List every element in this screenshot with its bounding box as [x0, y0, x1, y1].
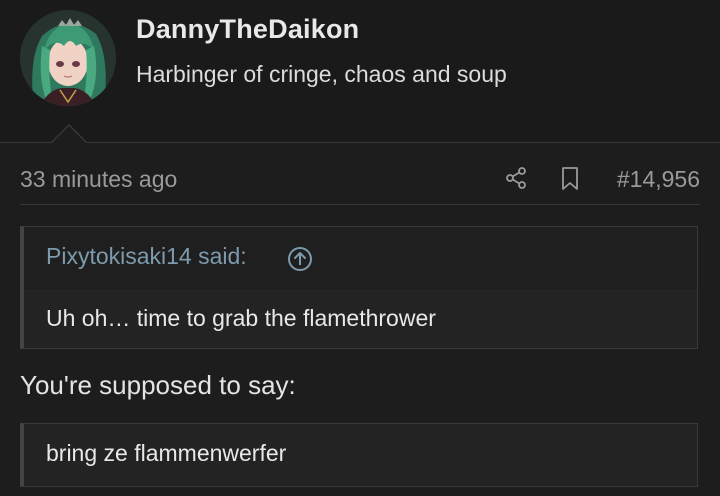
bookmark-icon[interactable]	[558, 166, 582, 192]
inline-block: bring ze flammenwerfer	[20, 423, 698, 487]
post-timestamp[interactable]: 33 minutes ago	[20, 166, 177, 193]
arrow-up-circle-icon[interactable]	[287, 246, 313, 272]
speech-arrow-fill	[51, 126, 87, 144]
share-icon[interactable]	[504, 166, 528, 190]
user-header: DannyTheDaikon Harbinger of cringe, chao…	[0, 0, 720, 143]
quote-text: Uh oh… time to grab the flamethrower	[46, 305, 436, 331]
quote-author-link[interactable]: Pixytokisaki14 said:	[46, 243, 247, 270]
message-text: You're supposed to say:	[20, 370, 296, 400]
username[interactable]: DannyTheDaikon	[136, 14, 359, 45]
quote-block: Pixytokisaki14 said: Uh oh… time to grab…	[20, 226, 698, 349]
avatar[interactable]	[20, 10, 116, 106]
user-title: Harbinger of cringe, chaos and soup	[136, 61, 507, 87]
post-meta-bar: 33 minutes ago #14,956	[20, 156, 700, 205]
anime-avatar-icon	[20, 10, 116, 106]
post-number-link[interactable]: #14,956	[617, 166, 700, 193]
quote-header: Pixytokisaki14 said:	[24, 227, 697, 289]
inline-block-text: bring ze flammenwerfer	[46, 440, 287, 466]
